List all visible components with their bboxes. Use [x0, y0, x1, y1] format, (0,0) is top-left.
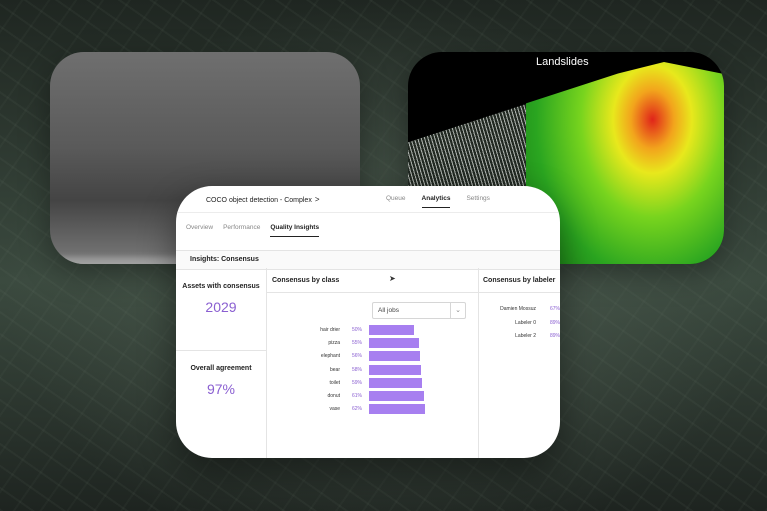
consensus-by-labeler-panel: Consensus by labeler Damien Mossuz 67% Lab… [478, 268, 560, 458]
overall-agreement-metric: Overall agreement 97% [176, 364, 266, 397]
tab-quality-insights[interactable]: Quality Insights [270, 224, 319, 237]
insights-header: Insights: Consensus [176, 250, 560, 270]
labeler-percent: 67% [550, 306, 560, 312]
class-label: vase [280, 406, 340, 412]
tab-overview[interactable]: Overview [186, 224, 213, 231]
labeler-name: Damien Mossuz [500, 306, 536, 312]
agreement-label: Overall agreement [176, 364, 266, 373]
class-bar-row: pizza 55% [266, 338, 478, 348]
class-label: hair drier [280, 327, 340, 333]
labeler-percent: 89% [550, 333, 560, 339]
consensus-by-class-title: Consensus by class [272, 277, 339, 284]
metrics-column: Assets with consensus 2029 Overall agree… [176, 268, 267, 458]
class-bar-row: hair drier 50% [266, 325, 478, 335]
class-label: pizza [280, 340, 340, 346]
class-percent: 61% [352, 393, 362, 399]
class-label: donut [280, 393, 340, 399]
assets-value: 2029 [176, 299, 266, 315]
class-percent: 56% [352, 353, 362, 359]
tab-queue[interactable]: Queue [386, 195, 406, 202]
consensus-by-class-panel: Consensus by class All jobs ⌄ hair drier… [266, 268, 479, 458]
divider [478, 292, 560, 293]
insights-heading: Insights: Consensus [190, 256, 259, 263]
sub-tabs: OverviewPerformanceQuality Insights [186, 224, 329, 231]
chevron-right-icon: > [315, 195, 320, 204]
labeler-percent: 89% [550, 320, 560, 326]
class-bar [369, 325, 414, 335]
class-label: bear [280, 367, 340, 373]
assets-label: Assets with consensus [176, 282, 266, 291]
agreement-value: 97% [176, 381, 266, 397]
class-bar [369, 404, 425, 414]
top-bar: COCO object detection - Complex> QueueAn… [176, 186, 560, 213]
class-bar-row: vase 62% [266, 404, 478, 414]
tab-analytics[interactable]: Analytics [422, 195, 451, 208]
labeler-name: Labeler 2 [515, 333, 536, 339]
class-bar-row: toilet 59% [266, 378, 478, 388]
class-percent: 55% [352, 340, 362, 346]
class-bar-row: elephant 56% [266, 351, 478, 361]
tab-performance[interactable]: Performance [223, 224, 260, 231]
class-label: toilet [280, 380, 340, 386]
class-bar-row: bear 58% [266, 365, 478, 375]
consensus-by-labeler-title: Consensus by labeler [483, 277, 555, 284]
class-bar [369, 338, 419, 348]
assets-with-consensus-metric: Assets with consensus 2029 [176, 282, 266, 315]
class-percent: 50% [352, 327, 362, 333]
jobs-filter-value: All jobs [378, 307, 399, 314]
top-tabs: QueueAnalyticsSettings [386, 195, 506, 202]
analytics-app-window: COCO object detection - Complex> QueueAn… [176, 186, 560, 458]
class-bar [369, 365, 421, 375]
divider [266, 292, 478, 293]
class-percent: 62% [352, 406, 362, 412]
project-breadcrumb[interactable]: COCO object detection - Complex> [206, 195, 320, 204]
class-bar [369, 378, 422, 388]
metric-divider [176, 350, 266, 351]
class-bar [369, 351, 420, 361]
class-label: elephant [280, 353, 340, 359]
labeler-name: Labeler 0 [515, 320, 536, 326]
tab-settings[interactable]: Settings [466, 195, 490, 202]
mouse-cursor-icon: ➤ [389, 274, 396, 283]
project-title: COCO object detection - Complex [206, 197, 312, 204]
class-percent: 59% [352, 380, 362, 386]
landslides-title: Landslides [536, 56, 589, 68]
class-bar-row: donut 61% [266, 391, 478, 401]
chevron-down-icon: ⌄ [450, 303, 465, 318]
jobs-filter-select[interactable]: All jobs ⌄ [372, 302, 466, 319]
class-percent: 58% [352, 367, 362, 373]
class-bar [369, 391, 424, 401]
